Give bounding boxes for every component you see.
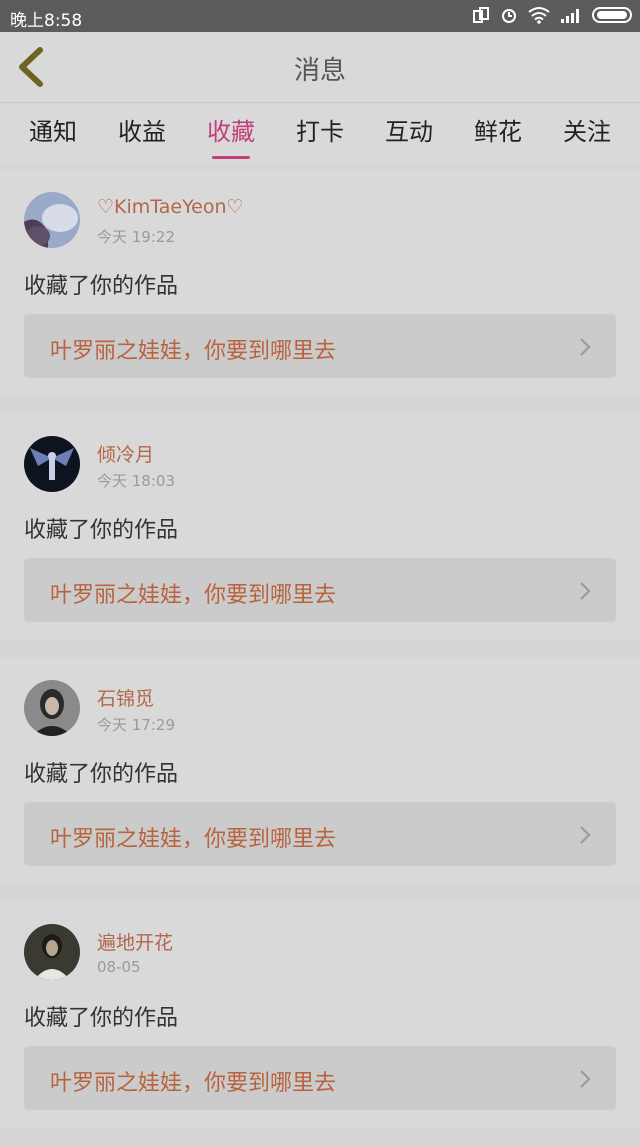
- page-title: 消息: [293, 56, 346, 86]
- list-item: 石锦觅 今天 17:29 收藏了你的作品 叶罗丽之娃娃，你要到哪里去: [0, 658, 640, 884]
- screen-rotate-icon: [473, 7, 489, 23]
- wifi-icon: [528, 7, 550, 24]
- tab-flowers[interactable]: 鲜花: [471, 103, 525, 163]
- chevron-right-icon: [580, 826, 591, 844]
- list-item: ♡KimTaeYeon♡ 今天 19:22 收藏了你的作品 叶罗丽之娃娃，你要到…: [0, 170, 640, 396]
- username[interactable]: 遍地开花: [97, 928, 173, 955]
- username[interactable]: 倾冷月: [97, 440, 154, 467]
- timestamp: 08-05: [97, 958, 141, 976]
- tab-earnings[interactable]: 收益: [115, 103, 169, 163]
- tab-favorites[interactable]: 收藏: [204, 103, 258, 163]
- work-link[interactable]: 叶罗丽之娃娃，你要到哪里去: [24, 314, 616, 378]
- avatar[interactable]: [24, 192, 80, 248]
- work-title: 叶罗丽之娃娃，你要到哪里去: [50, 339, 337, 364]
- tab-follow[interactable]: 关注: [560, 103, 614, 163]
- work-link[interactable]: 叶罗丽之娃娃，你要到哪里去: [24, 558, 616, 622]
- action-text: 收藏了你的作品: [24, 1006, 179, 1031]
- action-text: 收藏了你的作品: [24, 762, 179, 787]
- battery-icon: [592, 7, 632, 23]
- signal-icon: [561, 9, 579, 23]
- username[interactable]: 石锦觅: [97, 684, 154, 711]
- work-title: 叶罗丽之娃娃，你要到哪里去: [50, 583, 337, 608]
- title-bar: 消息: [0, 32, 640, 103]
- active-tab-indicator: [212, 156, 250, 159]
- work-link[interactable]: 叶罗丽之娃娃，你要到哪里去: [24, 802, 616, 866]
- avatar[interactable]: [24, 436, 80, 492]
- chevron-right-icon: [580, 1070, 591, 1088]
- work-link[interactable]: 叶罗丽之娃娃，你要到哪里去: [24, 1046, 616, 1110]
- list-item: 遍地开花 08-05 收藏了你的作品 叶罗丽之娃娃，你要到哪里去: [0, 902, 640, 1128]
- chevron-right-icon: [580, 338, 591, 356]
- message-list: ♡KimTaeYeon♡ 今天 19:22 收藏了你的作品 叶罗丽之娃娃，你要到…: [0, 170, 640, 1146]
- chevron-right-icon: [580, 582, 591, 600]
- timestamp: 今天 19:22: [97, 228, 175, 246]
- avatar[interactable]: [24, 924, 80, 980]
- list-item: 倾冷月 今天 18:03 收藏了你的作品 叶罗丽之娃娃，你要到哪里去: [0, 414, 640, 640]
- timestamp: 今天 18:03: [97, 472, 175, 490]
- tab-interaction[interactable]: 互动: [382, 103, 436, 163]
- status-bar: 晚上8:58: [0, 0, 640, 32]
- timestamp: 今天 17:29: [97, 716, 175, 734]
- tab-notifications[interactable]: 通知: [26, 103, 80, 163]
- action-text: 收藏了你的作品: [24, 274, 179, 299]
- tab-bar: 通知 收益 收藏 打卡 互动 鲜花 关注: [0, 103, 640, 163]
- work-title: 叶罗丽之娃娃，你要到哪里去: [50, 1071, 337, 1096]
- alarm-icon: [502, 9, 516, 23]
- status-icons: [472, 6, 632, 24]
- status-time: 晚上8:58: [10, 11, 83, 31]
- work-title: 叶罗丽之娃娃，你要到哪里去: [50, 827, 337, 852]
- tab-checkin[interactable]: 打卡: [293, 103, 347, 163]
- username[interactable]: ♡KimTaeYeon♡: [97, 196, 244, 218]
- action-text: 收藏了你的作品: [24, 518, 179, 543]
- avatar[interactable]: [24, 680, 80, 736]
